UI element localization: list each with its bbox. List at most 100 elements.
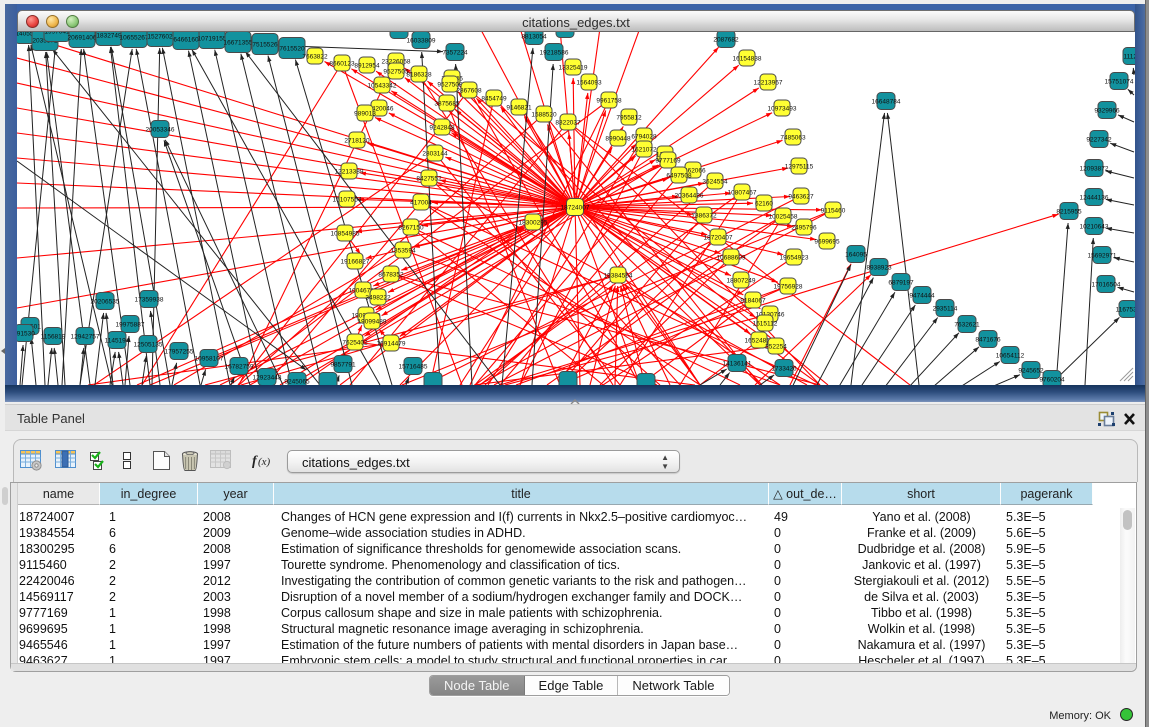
svg-text:15716485: 15716485 bbox=[399, 363, 428, 370]
svg-text:10719155: 10719155 bbox=[198, 35, 227, 42]
svg-text:6794028: 6794028 bbox=[631, 133, 657, 140]
svg-text:7515526: 7515526 bbox=[252, 41, 278, 48]
svg-text:9857791: 9857791 bbox=[330, 361, 356, 368]
svg-text:8912954: 8912954 bbox=[354, 62, 380, 69]
svg-text:20364436: 20364436 bbox=[675, 192, 704, 199]
svg-text:8938923: 8938923 bbox=[866, 264, 892, 271]
svg-text:8813054: 8813054 bbox=[521, 33, 547, 40]
svg-text:1353594: 1353594 bbox=[390, 247, 416, 254]
svg-text:252254: 252254 bbox=[765, 343, 787, 350]
svg-text:14136141: 14136141 bbox=[723, 360, 752, 367]
svg-text:19756928: 19756928 bbox=[774, 283, 803, 290]
svg-text:6497508: 6497508 bbox=[666, 172, 692, 179]
svg-text:1997041: 1997041 bbox=[44, 32, 70, 35]
svg-text:9115460: 9115460 bbox=[821, 207, 846, 214]
svg-text:11120: 11120 bbox=[1123, 53, 1135, 60]
svg-text:12975115: 12975115 bbox=[785, 163, 814, 170]
svg-text:391530: 391530 bbox=[17, 330, 35, 337]
svg-text:16107554: 16107554 bbox=[333, 196, 362, 203]
svg-text:13325419: 13325419 bbox=[559, 64, 588, 71]
svg-text:8267150: 8267150 bbox=[398, 224, 424, 231]
svg-text:8454749: 8454749 bbox=[481, 95, 507, 102]
svg-text:1832749: 1832749 bbox=[96, 32, 122, 39]
svg-text:16648784: 16648784 bbox=[872, 98, 901, 105]
svg-text:2495796: 2495796 bbox=[791, 224, 817, 231]
svg-text:9184067: 9184067 bbox=[740, 297, 766, 304]
svg-text:9961758: 9961758 bbox=[596, 97, 622, 104]
svg-text:10210643: 10210643 bbox=[1080, 223, 1109, 230]
svg-text:18300295: 18300295 bbox=[519, 219, 548, 226]
svg-text:19654923: 19654923 bbox=[780, 254, 809, 261]
svg-text:15692971: 15692971 bbox=[1088, 252, 1117, 259]
svg-text:9227342: 9227342 bbox=[1086, 136, 1112, 143]
svg-text:18720407: 18720407 bbox=[704, 234, 733, 241]
svg-text:12942757: 12942757 bbox=[71, 333, 100, 340]
svg-text:1733426: 1733426 bbox=[771, 365, 797, 372]
svg-text:19975887: 19975887 bbox=[116, 321, 145, 328]
svg-text:9329966: 9329966 bbox=[1094, 107, 1120, 114]
svg-text:17957255: 17957255 bbox=[165, 348, 194, 355]
svg-text:16671355: 16671355 bbox=[224, 39, 253, 46]
svg-text:1167533: 1167533 bbox=[1116, 306, 1135, 313]
svg-text:8186328: 8186328 bbox=[406, 71, 432, 78]
svg-text:1564093: 1564093 bbox=[576, 79, 602, 86]
svg-text:20053346: 20053346 bbox=[146, 126, 175, 133]
svg-text:16914479: 16914479 bbox=[377, 340, 406, 347]
svg-text:8427552: 8427552 bbox=[416, 175, 442, 182]
svg-text:10973493: 10973493 bbox=[768, 105, 797, 112]
svg-text:7485063: 7485063 bbox=[780, 134, 806, 141]
svg-text:9463627: 9463627 bbox=[788, 193, 814, 200]
svg-text:9242848: 9242848 bbox=[429, 124, 455, 131]
svg-text:1527602: 1527602 bbox=[147, 33, 173, 40]
svg-text:10543342: 10543342 bbox=[368, 82, 397, 89]
svg-text:9146821: 9146821 bbox=[506, 104, 532, 111]
svg-text:20691406: 20691406 bbox=[68, 34, 97, 41]
svg-text:12093872: 12093872 bbox=[1080, 165, 1109, 172]
svg-text:19099489: 19099489 bbox=[358, 318, 387, 325]
svg-text:1615112: 1615112 bbox=[753, 320, 778, 327]
svg-text:12213389: 12213389 bbox=[335, 168, 364, 175]
svg-text:18724007: 18724007 bbox=[561, 204, 590, 211]
svg-text:10688609: 10688609 bbox=[717, 254, 746, 261]
svg-text:7663822: 7663822 bbox=[302, 53, 328, 60]
svg-text:8322037: 8322037 bbox=[555, 119, 581, 126]
svg-text:6466160: 6466160 bbox=[173, 36, 199, 43]
svg-text:12923448: 12923448 bbox=[253, 374, 282, 381]
svg-text:12444136: 12444136 bbox=[1080, 194, 1109, 201]
svg-text:12505135: 12505135 bbox=[134, 341, 163, 348]
svg-text:2935114: 2935114 bbox=[933, 305, 958, 312]
svg-text:9245065: 9245065 bbox=[284, 378, 310, 385]
svg-text:2867608: 2867608 bbox=[456, 87, 482, 94]
svg-text:8215955: 8215955 bbox=[1056, 208, 1082, 215]
svg-text:16154838: 16154838 bbox=[733, 55, 762, 62]
svg-text:10854985: 10854985 bbox=[331, 230, 360, 237]
svg-text:8660123: 8660123 bbox=[329, 60, 355, 67]
svg-text:12213967: 12213967 bbox=[754, 79, 783, 86]
svg-text:19384554: 19384554 bbox=[604, 272, 633, 279]
svg-text:7386372: 7386372 bbox=[691, 212, 717, 219]
svg-text:15751074: 15751074 bbox=[1105, 78, 1134, 85]
svg-text:16033809: 16033809 bbox=[407, 37, 436, 44]
svg-text:17359938: 17359938 bbox=[135, 296, 164, 303]
svg-text:8471676: 8471676 bbox=[975, 336, 1001, 343]
svg-text:20206535: 20206535 bbox=[91, 298, 120, 305]
svg-text:7615520: 7615520 bbox=[279, 45, 305, 52]
svg-text:1145194: 1145194 bbox=[105, 337, 130, 344]
svg-text:1156819: 1156819 bbox=[41, 333, 66, 340]
svg-text:9245652: 9245652 bbox=[1018, 367, 1044, 374]
svg-text:417004: 417004 bbox=[410, 199, 432, 206]
svg-text:10958107: 10958107 bbox=[195, 355, 224, 362]
svg-text:8678352: 8678352 bbox=[378, 271, 404, 278]
svg-text:19166827: 19166827 bbox=[341, 258, 370, 265]
svg-text:10655267: 10655267 bbox=[120, 34, 149, 41]
svg-text:19218586: 19218586 bbox=[540, 49, 569, 56]
svg-text:9760204: 9760204 bbox=[1039, 376, 1065, 383]
svg-text:1621072: 1621072 bbox=[631, 146, 657, 153]
svg-text:10025458: 10025458 bbox=[769, 213, 798, 220]
svg-text:18807249: 18807249 bbox=[727, 277, 756, 284]
svg-text:(x): (x) bbox=[258, 456, 271, 468]
svg-text:17016504: 17016504 bbox=[1092, 281, 1121, 288]
svg-text:62160: 62160 bbox=[755, 200, 773, 207]
svg-text:7625402: 7625402 bbox=[342, 339, 368, 346]
svg-text:3624554: 3624554 bbox=[702, 178, 728, 185]
